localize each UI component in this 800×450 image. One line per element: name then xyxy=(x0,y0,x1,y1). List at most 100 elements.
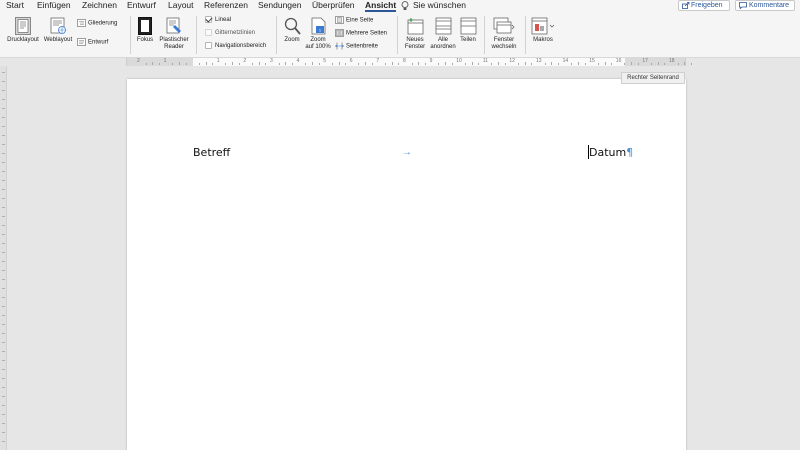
draft-button[interactable]: Entwurf xyxy=(77,38,108,47)
ruler-checkbox-box[interactable] xyxy=(205,16,212,23)
ruler-tick xyxy=(291,63,293,65)
multiple-pages-icon xyxy=(335,29,344,37)
switch-window-icon xyxy=(493,17,515,34)
tab-ueberpruefen[interactable]: Überprüfen xyxy=(312,0,355,12)
vertical-ruler-tick xyxy=(2,90,5,91)
ruler-tick xyxy=(577,62,579,65)
comments-button[interactable]: Kommentare xyxy=(735,0,795,11)
ruler-number: 13 xyxy=(536,58,542,64)
focus-icon xyxy=(138,17,152,35)
tell-me-input[interactable]: Sie wünschen xyxy=(413,0,466,12)
ruler-tick xyxy=(657,62,659,65)
vertical-ruler-tick xyxy=(2,396,5,397)
multiple-pages-button[interactable]: Mehrere Seiten xyxy=(335,29,387,38)
new-window-icon xyxy=(407,18,423,35)
ruler-tick xyxy=(611,63,613,65)
ruler-tick xyxy=(265,63,267,65)
ruler-checkbox[interactable]: Lineal xyxy=(205,16,231,24)
ruler-tick xyxy=(338,62,340,65)
ruler-tick xyxy=(518,63,520,65)
focus-button[interactable]: Fokus xyxy=(135,17,155,44)
vertical-ruler-tick xyxy=(2,243,5,244)
new-window-button[interactable]: Neues Fenster xyxy=(403,17,427,51)
zoom-100-button[interactable]: 1 Zoom auf 100% xyxy=(303,17,333,51)
ruler-tick xyxy=(637,63,639,65)
ruler-tick xyxy=(471,62,473,65)
gridlines-checkbox-box[interactable] xyxy=(205,29,212,36)
vertical-ruler-tick xyxy=(2,81,5,82)
ruler-number: 18 xyxy=(669,58,675,64)
ruler-number: 6 xyxy=(349,58,353,64)
tab-start[interactable]: Start xyxy=(6,0,24,12)
ruler-tick xyxy=(238,63,240,65)
one-page-button[interactable]: Eine Seite xyxy=(335,16,373,25)
tab-ansicht[interactable]: Ansicht xyxy=(365,0,397,12)
print-layout-button[interactable]: Drucklayout xyxy=(6,17,40,44)
outline-icon xyxy=(77,19,86,27)
ruler-right-margin[interactable] xyxy=(625,58,685,66)
tab-referenzen[interactable]: Referenzen xyxy=(204,0,248,12)
document-text-date[interactable]: Datum¶ xyxy=(589,146,633,159)
tab-sendungen[interactable]: Sendungen xyxy=(258,0,302,12)
arrange-all-button[interactable]: Alle anordnen xyxy=(429,17,457,51)
ruler-tick xyxy=(498,62,500,65)
navigation-pane-checkbox[interactable]: Navigationsbereich xyxy=(205,42,266,50)
ruler-tick xyxy=(584,63,586,65)
zoom-button[interactable]: Zoom xyxy=(281,17,303,44)
ruler-checkbox-label: Lineal xyxy=(215,17,232,24)
vertical-ruler-tick xyxy=(2,306,5,307)
vertical-ruler-tick xyxy=(2,198,5,199)
tab-einfuegen[interactable]: Einfügen xyxy=(37,0,71,12)
vertical-ruler-tick xyxy=(2,369,5,370)
ruler-number: 8 xyxy=(403,58,406,64)
share-button-label: Freigeben xyxy=(691,2,723,9)
horizontal-ruler[interactable]: 2 1 1 2 3 4 5 6 7 8 9 10 11 12 13 14 15 16 17 18 xyxy=(0,58,800,66)
ruler-tick xyxy=(185,63,187,65)
switch-window-button[interactable]: Fenster wechseln xyxy=(488,17,520,51)
gridlines-checkbox-label: Gitternetzlinien xyxy=(215,30,256,37)
split-label: Teilen xyxy=(460,37,476,43)
ruler-tick xyxy=(531,63,533,65)
web-layout-button[interactable]: Weblayout xyxy=(42,17,74,44)
vertical-ruler-tick xyxy=(2,72,5,73)
ruler-tick xyxy=(677,63,679,65)
ruler-tick xyxy=(444,62,446,65)
ruler-tick xyxy=(524,62,526,65)
new-window-label-2: Fenster xyxy=(404,44,426,50)
ruler-number: 16 xyxy=(615,58,622,64)
document-page[interactable] xyxy=(127,79,686,450)
page-width-label: Seitenbreite xyxy=(346,43,379,50)
navigation-pane-checkbox-box[interactable] xyxy=(205,42,212,49)
immersive-reader-button[interactable]: Plastischer Reader xyxy=(158,17,190,51)
split-button[interactable]: Teilen xyxy=(458,17,478,44)
vertical-ruler-tick xyxy=(2,351,5,352)
ruler-number: 14 xyxy=(562,58,569,64)
gridlines-checkbox[interactable]: Gitternetzlinien xyxy=(205,29,255,37)
outline-button[interactable]: Gliederung xyxy=(77,19,117,28)
tab-zeichnen[interactable]: Zeichnen xyxy=(82,0,117,12)
ruler-tick xyxy=(345,63,347,65)
web-layout-icon xyxy=(50,17,66,34)
new-window-label-1: Neues xyxy=(406,37,424,43)
vertical-ruler-tick xyxy=(2,405,5,406)
vertical-ruler-tick xyxy=(2,135,5,136)
vertical-ruler-tick xyxy=(2,189,5,190)
ruler-track[interactable]: 2 1 1 2 3 4 5 6 7 8 9 10 11 12 13 14 15 16 17 18 xyxy=(126,58,692,66)
vertical-ruler-tick xyxy=(2,288,5,289)
document-text-subject[interactable]: Betreff xyxy=(193,146,230,159)
macros-button[interactable]: Makros xyxy=(530,17,556,44)
share-button[interactable]: Freigeben xyxy=(678,0,730,11)
share-icon xyxy=(682,2,690,9)
one-page-label: Eine Seite xyxy=(346,17,374,24)
vertical-ruler[interactable] xyxy=(0,66,7,450)
ruler-tick xyxy=(331,63,333,65)
group-divider xyxy=(525,16,526,54)
vertical-ruler-tick xyxy=(2,441,5,442)
lightbulb-icon[interactable] xyxy=(401,1,409,11)
ruler-tick xyxy=(597,63,599,65)
outline-label: Gliederung xyxy=(88,20,118,27)
tab-layout[interactable]: Layout xyxy=(168,0,194,12)
tab-entwurf[interactable]: Entwurf xyxy=(127,0,156,12)
page-width-button[interactable]: Seitenbreite xyxy=(335,42,378,51)
page-width-icon xyxy=(335,42,344,50)
